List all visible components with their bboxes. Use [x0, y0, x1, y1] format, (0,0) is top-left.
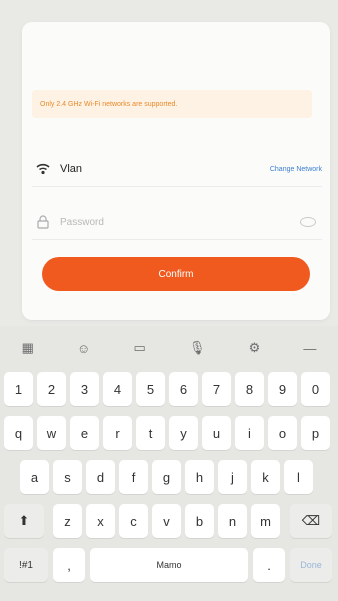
key-p[interactable]: p [301, 416, 330, 450]
warning-text: Only 2.4 GHz Wi-Fi networks are supporte… [40, 100, 178, 108]
period-key[interactable]: . [253, 548, 285, 582]
space-key[interactable]: Mamo [90, 548, 248, 582]
key-4[interactable]: 4 [103, 372, 132, 406]
key-z[interactable]: z [53, 504, 82, 538]
key-i[interactable]: i [235, 416, 264, 450]
number-row: 1 2 3 4 5 6 7 8 9 0 [0, 372, 338, 410]
menu-icon[interactable]: ▦ [22, 340, 34, 356]
key-u[interactable]: u [202, 416, 231, 450]
key-9[interactable]: 9 [268, 372, 297, 406]
key-t[interactable]: t [136, 416, 165, 450]
key-c[interactable]: c [119, 504, 148, 538]
password-input[interactable]: Password [60, 217, 300, 228]
key-8[interactable]: 8 [235, 372, 264, 406]
key-g[interactable]: g [152, 460, 181, 494]
emoji-icon[interactable]: ☺ [77, 341, 90, 356]
letters-row-1: q w e r t y u i o p [0, 416, 338, 454]
letters-row-3: ⬆ z x c v b n m ⌫ [0, 504, 338, 542]
key-7[interactable]: 7 [202, 372, 231, 406]
key-j[interactable]: j [218, 460, 247, 494]
key-3[interactable]: 3 [70, 372, 99, 406]
key-l[interactable]: l [284, 460, 313, 494]
backspace-key[interactable]: ⌫ [290, 504, 332, 538]
key-d[interactable]: d [86, 460, 115, 494]
key-b[interactable]: b [185, 504, 214, 538]
wifi-icon [32, 163, 54, 175]
key-q[interactable]: q [4, 416, 33, 450]
key-k[interactable]: k [251, 460, 280, 494]
frequency-warning-banner: Only 2.4 GHz Wi-Fi networks are supporte… [32, 90, 312, 118]
clipboard-icon[interactable]: ▭ [133, 340, 145, 356]
wifi-config-card: Only 2.4 GHz Wi-Fi networks are supporte… [22, 22, 330, 320]
key-x[interactable]: x [86, 504, 115, 538]
key-s[interactable]: s [53, 460, 82, 494]
keyboard: ▦ ☺ ▭ 🎙 ⚙ — 1 2 3 4 5 6 7 8 9 0 q w e r … [0, 326, 338, 601]
shift-arrow-icon: ⬆ [18, 513, 30, 528]
bottom-row: !#1 , Mamo . Done [0, 548, 338, 586]
key-a[interactable]: a [20, 460, 49, 494]
shift-key[interactable]: ⬆ [4, 504, 44, 538]
key-h[interactable]: h [185, 460, 214, 494]
symbols-key[interactable]: !#1 [4, 548, 48, 582]
backspace-icon: ⌫ [301, 513, 321, 528]
key-6[interactable]: 6 [169, 372, 198, 406]
wifi-network-row: Vlan Change Network [32, 152, 322, 187]
show-password-eye-icon[interactable] [300, 217, 316, 227]
settings-icon[interactable]: ⚙ [249, 340, 261, 356]
password-row[interactable]: Password [32, 205, 322, 240]
key-n[interactable]: n [218, 504, 247, 538]
key-0[interactable]: 0 [301, 372, 330, 406]
key-y[interactable]: y [169, 416, 198, 450]
mic-icon[interactable]: 🎙 [189, 340, 206, 356]
key-5[interactable]: 5 [136, 372, 165, 406]
collapse-icon[interactable]: — [303, 341, 316, 356]
keyboard-toolbar: ▦ ☺ ▭ 🎙 ⚙ — [0, 326, 338, 370]
letters-row-2: a s d f g h j k l [0, 460, 338, 498]
key-f[interactable]: f [119, 460, 148, 494]
change-network-link[interactable]: Change Network [270, 166, 322, 173]
confirm-button[interactable]: Confirm [42, 257, 310, 291]
comma-key[interactable]: , [53, 548, 85, 582]
key-o[interactable]: o [268, 416, 297, 450]
lock-icon [32, 215, 54, 229]
key-v[interactable]: v [152, 504, 181, 538]
key-e[interactable]: e [70, 416, 99, 450]
wifi-ssid: Vlan [60, 163, 83, 175]
key-m[interactable]: m [251, 504, 280, 538]
key-r[interactable]: r [103, 416, 132, 450]
key-1[interactable]: 1 [4, 372, 33, 406]
key-w[interactable]: w [37, 416, 66, 450]
done-key[interactable]: Done [290, 548, 332, 582]
key-2[interactable]: 2 [37, 372, 66, 406]
